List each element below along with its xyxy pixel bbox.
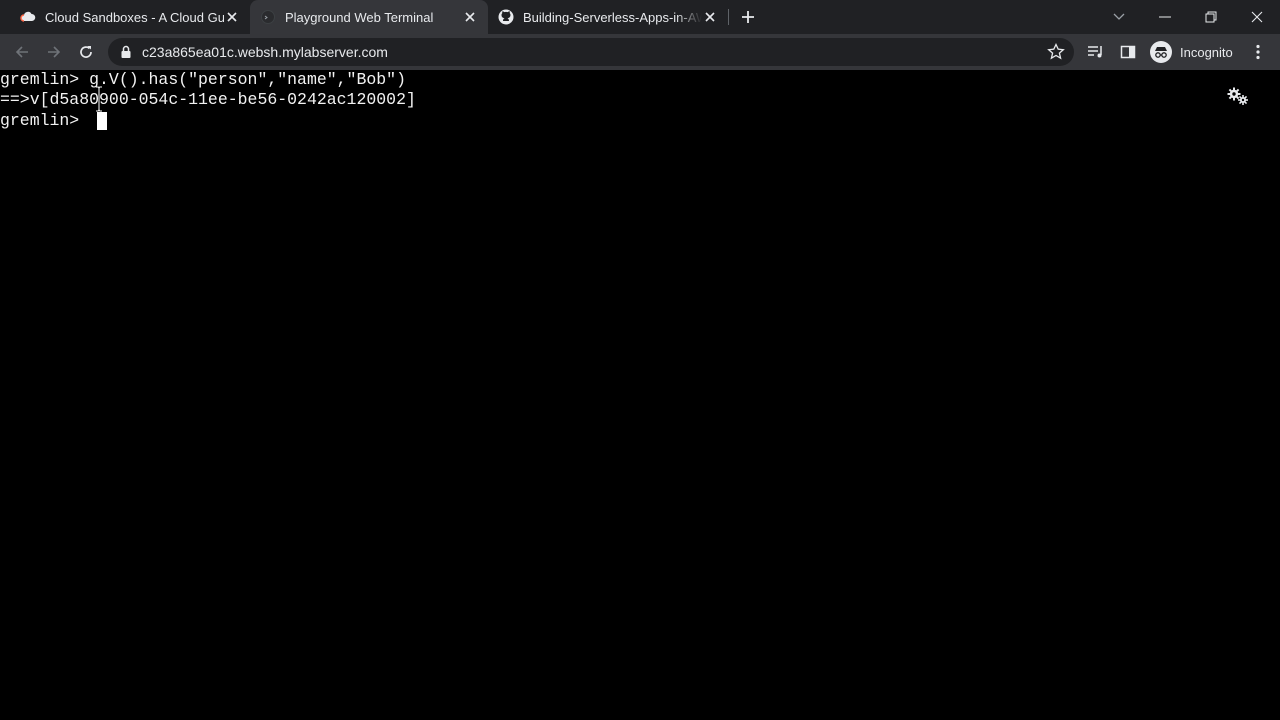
terminal-globe-icon: [260, 9, 276, 25]
terminal-line-command: gremlin> g.V().has("person","name","Bob"…: [0, 70, 406, 89]
tab-search-button[interactable]: [1096, 0, 1142, 34]
browser-menu-button[interactable]: [1248, 42, 1268, 62]
reload-icon: [80, 46, 92, 58]
address-bar[interactable]: c23a865ea01c.websh.mylabserver.com: [108, 38, 1074, 66]
restore-icon: [1205, 11, 1217, 23]
lock-icon[interactable]: [118, 44, 134, 60]
back-button[interactable]: [12, 42, 32, 62]
forward-button[interactable]: [44, 42, 64, 62]
terminal-cursor: [97, 112, 107, 130]
tab-playground-web-terminal[interactable]: Playground Web Terminal: [250, 0, 488, 34]
settings-gears-icon[interactable]: [1226, 86, 1250, 106]
media-control-button[interactable]: [1086, 42, 1106, 62]
text-cursor-icon: [96, 86, 102, 112]
tab-building-serverless-apps[interactable]: Building-Serverless-Apps-in-AWS: [490, 0, 726, 34]
close-icon[interactable]: [462, 9, 478, 25]
close-icon: [1251, 11, 1263, 23]
close-icon[interactable]: [702, 9, 718, 25]
reload-button[interactable]: [76, 42, 96, 62]
plus-icon: [742, 11, 754, 23]
chevron-down-icon: [1113, 13, 1125, 20]
incognito-label: Incognito: [1180, 44, 1233, 60]
side-panel-button[interactable]: [1118, 42, 1138, 62]
playlist-music-icon: [1088, 46, 1102, 58]
github-icon: [498, 9, 514, 25]
arrow-right-icon: [48, 46, 61, 58]
kebab-menu-icon: [1256, 44, 1260, 60]
url-text: c23a865ea01c.websh.mylabserver.com: [142, 44, 388, 60]
incognito-profile-button[interactable]: Incognito: [1146, 38, 1240, 66]
tab-title: Playground Web Terminal: [285, 9, 434, 25]
new-tab-button[interactable]: [738, 7, 758, 27]
tab-divider: [728, 9, 729, 25]
tab-title: Building-Serverless-Apps-in-AWS: [523, 9, 702, 25]
side-panel-icon: [1120, 45, 1136, 59]
close-icon[interactable]: [224, 9, 240, 25]
tab-cloud-sandboxes[interactable]: Cloud Sandboxes - A Cloud Guru: [12, 0, 248, 34]
terminal-line-output: ==>v[d5a80900-054c-11ee-be56-0242ac12000…: [0, 90, 416, 109]
web-terminal[interactable]: gremlin> g.V().has("person","name","Bob"…: [0, 70, 1280, 720]
minimize-icon: [1159, 16, 1171, 18]
terminal-line-prompt: gremlin>: [0, 111, 90, 130]
incognito-icon: [1150, 41, 1172, 63]
cloud-icon: [20, 9, 36, 25]
restore-button[interactable]: [1188, 0, 1234, 34]
browser-toolbar: c23a865ea01c.websh.mylabserver.com Incog…: [0, 34, 1280, 70]
tab-title: Cloud Sandboxes - A Cloud Guru: [45, 9, 224, 25]
close-window-button[interactable]: [1234, 0, 1280, 34]
bookmark-star-icon[interactable]: [1046, 42, 1066, 62]
arrow-left-icon: [15, 46, 28, 58]
tab-strip: Cloud Sandboxes - A Cloud Guru Playgroun…: [0, 0, 1280, 34]
minimize-button[interactable]: [1142, 0, 1188, 34]
